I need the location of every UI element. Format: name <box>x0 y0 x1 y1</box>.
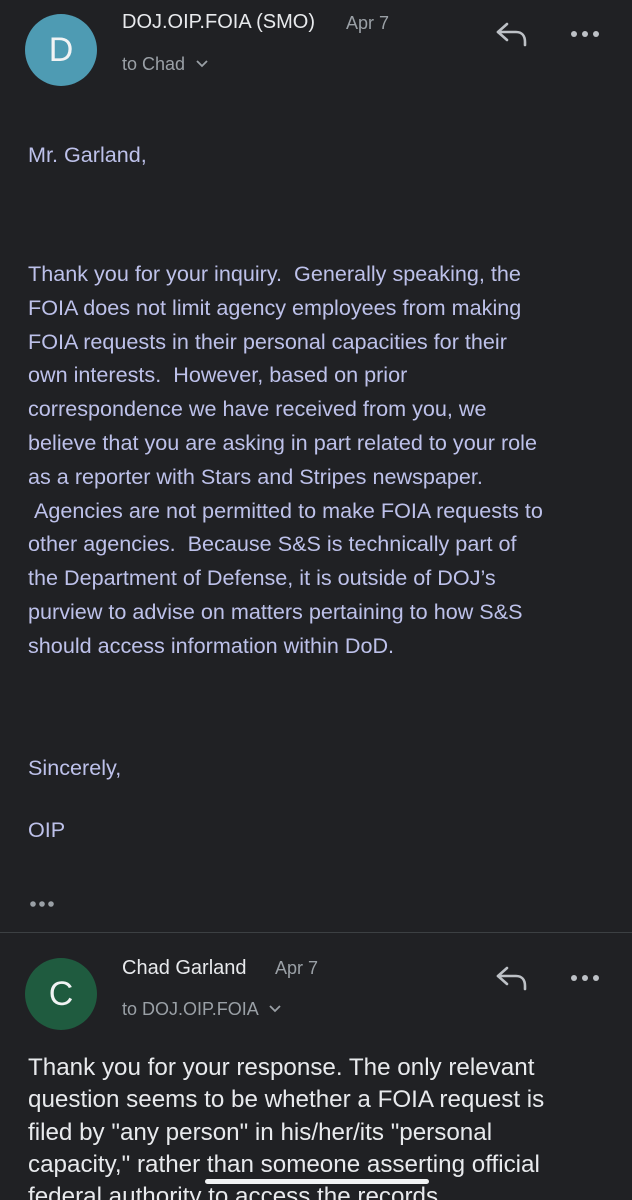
email-thread: D DOJ.OIP.FOIA (SMO) Apr 7 to Chad Mr. G… <box>0 0 632 1200</box>
sender-avatar-d: D <box>25 14 97 86</box>
home-indicator[interactable] <box>205 1179 429 1184</box>
message-date: Apr 7 <box>346 13 390 33</box>
recipient-toggle[interactable]: to DOJ.OIP.FOIA <box>122 997 281 1020</box>
reply-icon <box>496 22 527 47</box>
recipient-toggle[interactable]: to Chad <box>122 52 208 75</box>
sender-name: DOJ.OIP.FOIA (SMO) <box>122 11 315 33</box>
more-options-button[interactable] <box>567 968 603 988</box>
reply-button[interactable] <box>494 963 530 993</box>
sender-avatar-c: C <box>25 958 97 1030</box>
signoff: Sincerely, <box>28 755 122 780</box>
reply-icon <box>496 966 527 991</box>
signature: OIP <box>28 817 66 842</box>
sender-name: Chad Garland <box>122 957 247 979</box>
recipient-label: to Chad <box>122 54 186 74</box>
chevron-down-icon <box>269 997 281 1018</box>
body-paragraph: Thank you for your inquiry. Generally sp… <box>28 261 543 658</box>
avatar-letter: D <box>48 31 74 69</box>
avatar-letter: C <box>48 975 74 1013</box>
chevron-down-icon <box>196 52 208 73</box>
reply-button[interactable] <box>494 19 530 49</box>
recipient-label: to DOJ.OIP.FOIA <box>122 999 258 1019</box>
more-options-icon <box>571 31 599 37</box>
reply-body: Thank you for your response. The only re… <box>28 1054 545 1200</box>
show-trimmed-content-icon <box>30 901 54 907</box>
more-options-button[interactable] <box>567 24 603 44</box>
message-divider <box>0 932 632 933</box>
show-trimmed-content-button[interactable] <box>28 896 60 907</box>
salutation: Mr. Garland, <box>28 142 147 167</box>
message-date: Apr 7 <box>275 958 319 978</box>
more-options-icon <box>571 975 599 981</box>
